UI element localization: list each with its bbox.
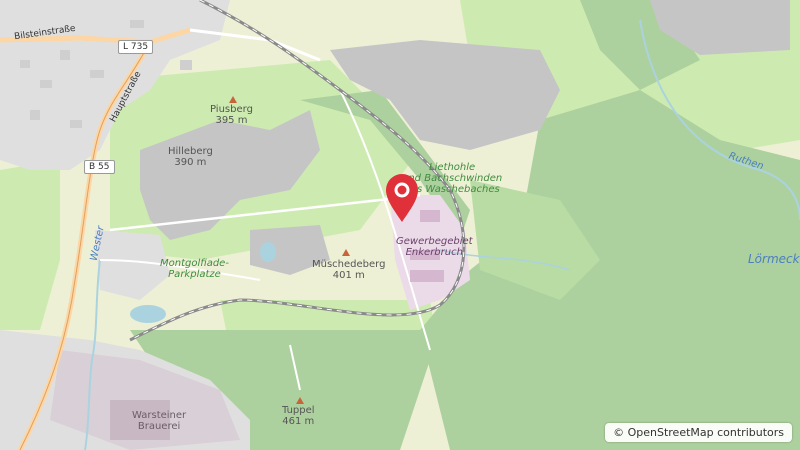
peak-label-tuppel: Tuppel 461 m [282, 405, 315, 427]
road-shield-l735: L 735 [118, 40, 154, 54]
area-label-brauerei: Warsteiner Brauerei [132, 410, 187, 432]
peak-elevation: 390 m [174, 157, 207, 168]
map-base [0, 0, 800, 450]
map-attribution[interactable]: © OpenStreetMap contributors [605, 423, 792, 442]
peak-elevation: 401 m [332, 270, 365, 281]
peak-elevation: 395 m [215, 115, 248, 126]
area-label-gewerbegebiet: Gewerbegebiet Enkerbruch [396, 236, 473, 258]
area-label-montgolfiade: Montgolfiade- Parkplatze [160, 258, 229, 280]
peak-name: Piusberg [210, 104, 253, 115]
road-shield-b55: B 55 [84, 160, 115, 174]
peak-marker-icon [296, 397, 304, 404]
peak-label-hilleberg: Hilleberg 390 m [168, 146, 213, 168]
map-pin-icon[interactable] [384, 172, 420, 224]
river-label-lormecke: Lörmecke [748, 252, 800, 266]
peak-marker-icon [342, 249, 350, 256]
peak-name: Tuppel [282, 405, 315, 416]
peak-label-piusberg: Piusberg 395 m [210, 104, 253, 126]
peak-name: Müschedeberg [312, 259, 386, 270]
attribution-link[interactable]: OpenStreetMap contributors [628, 426, 784, 439]
map-view[interactable]: Bilsteinstraße L 735 Hauptstraße B 55 We… [0, 0, 800, 450]
peak-label-muschedeberg: Müschedeberg 401 m [312, 259, 385, 281]
peak-marker-icon [229, 96, 237, 103]
peak-name: Hilleberg [168, 146, 213, 157]
peak-elevation: 461 m [282, 416, 315, 427]
copyright-symbol: © [613, 426, 625, 439]
